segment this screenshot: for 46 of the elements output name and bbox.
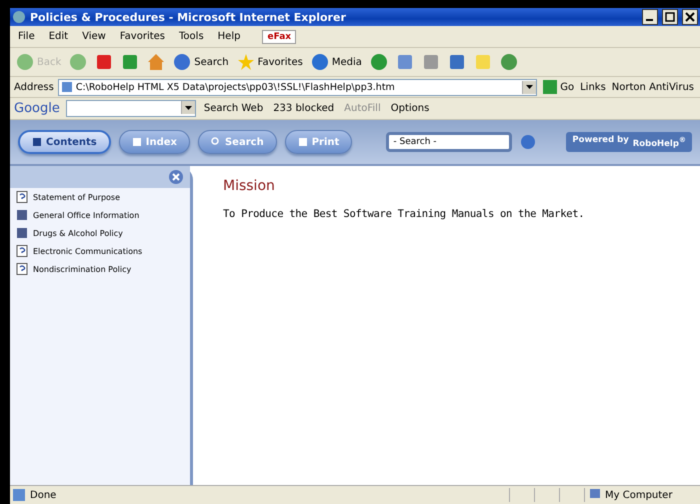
menu-item[interactable]: Tools	[175, 31, 208, 42]
status-text: Done	[30, 490, 58, 500]
help-page-icon	[16, 191, 28, 203]
address-field[interactable]: C:\RoboHelp HTML X5 Data\projects\pp03\!SSL!\FlashHelp\pp3.htm	[58, 78, 538, 96]
help-page-icon	[16, 263, 28, 275]
menu-item[interactable]: View	[78, 31, 110, 42]
toc-item[interactable]: General Office Information	[10, 206, 190, 224]
norton-button[interactable]: Norton AntiVirus	[610, 82, 696, 92]
caret-icon	[526, 85, 534, 89]
google-logo: Google	[14, 101, 60, 116]
menu-item[interactable]: Edit	[44, 31, 72, 42]
powered-by-badge: Powered by RoboHelp$^{®}$	[566, 132, 692, 152]
toc-item[interactable]: Statement of Purpose	[10, 188, 190, 206]
help-tab[interactable]: Contents	[18, 130, 111, 154]
caret-icon	[184, 106, 192, 110]
toc-item[interactable]: Electronic Communications	[10, 242, 190, 260]
toolbar-button[interactable]: Favorites	[234, 53, 305, 71]
home-icon	[147, 53, 166, 71]
search-field[interactable]: - Search -	[386, 132, 512, 152]
address-label: Address	[14, 82, 54, 92]
search-field[interactable]	[66, 100, 196, 117]
menu-item[interactable]: Help	[214, 31, 244, 42]
star-icon	[236, 53, 255, 71]
zone-label: My Computer	[605, 490, 672, 500]
topic-text: To Produce the Best Software Training Manuals on the Market.	[223, 208, 586, 220]
close-button[interactable]	[682, 9, 698, 25]
links-label: Links	[580, 82, 606, 92]
popup-blocker-button[interactable]: 233 blocked	[271, 103, 336, 114]
menu-item[interactable]: File	[14, 31, 39, 42]
search-web-button[interactable]: Search Web	[202, 103, 266, 114]
go-button[interactable]: Go	[541, 80, 576, 94]
efax-button[interactable]: eFax	[262, 30, 296, 44]
toc-item[interactable]: Drugs & Alcohol Policy	[10, 224, 190, 242]
toolbar-button[interactable]: Media	[308, 53, 364, 71]
toc-item[interactable]: Nondiscrimination Policy	[10, 260, 190, 278]
options-button[interactable]: Options	[388, 103, 432, 114]
help-page-icon	[16, 245, 28, 257]
menu-item[interactable]: Favorites	[116, 31, 170, 42]
maximize-button[interactable]	[662, 9, 678, 25]
toolbar-button[interactable]: Search	[171, 53, 231, 71]
close-icon[interactable]	[168, 169, 184, 185]
dropdown-button[interactable]	[522, 80, 536, 94]
window-title: Policies & Procedures - Microsoft Internet Explorer	[30, 10, 347, 24]
dropdown-button[interactable]	[180, 101, 195, 114]
minimize-button[interactable]	[642, 9, 658, 25]
topic-title: Mission	[223, 178, 276, 194]
